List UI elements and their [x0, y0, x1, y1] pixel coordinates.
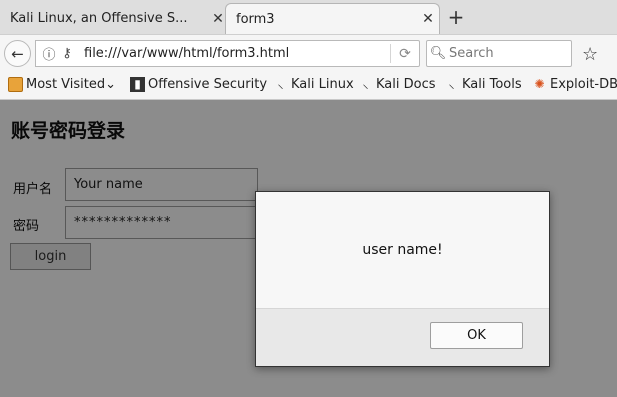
bookmark-kali-linux[interactable]: ⸜ Kali Linux: [273, 77, 354, 92]
tab-strip: Kali Linux, an Offensive S... ✕ form3 ✕ …: [0, 0, 617, 34]
kali-dragon-icon: ⸜: [277, 77, 284, 91]
info-icon[interactable]: ⓘ: [40, 44, 58, 63]
reload-icon[interactable]: ⟳: [391, 46, 419, 62]
bookmark-exploit-db[interactable]: ✺ Exploit-DB: [532, 77, 617, 92]
offensive-security-icon: ▮: [130, 77, 145, 92]
bookmark-star-icon[interactable]: ☆: [582, 44, 598, 65]
bookmark-label: Kali Linux: [291, 77, 354, 92]
kali-dragon-icon: ⸜: [448, 77, 455, 91]
alert-dialog: user name! OK: [255, 191, 550, 367]
search-icon: 🔍︎: [429, 46, 447, 61]
bookmark-label: Exploit-DB: [550, 77, 617, 92]
alert-footer: OK: [256, 308, 549, 366]
search-input[interactable]: [449, 46, 567, 61]
chevron-down-icon: ⌄: [105, 77, 117, 92]
back-arrow-icon: ←: [11, 44, 24, 63]
bookmark-label: Kali Docs: [376, 77, 436, 92]
url-bar[interactable]: ⓘ ⚷ file:///var/www/html/form3.html ⟳: [35, 40, 420, 67]
new-tab-icon[interactable]: +: [444, 5, 468, 29]
navigation-toolbar: ← ⓘ ⚷ file:///var/www/html/form3.html ⟳ …: [0, 34, 617, 72]
alert-message: user name!: [362, 242, 443, 258]
tab-title: Kali Linux, an Offensive S...: [10, 11, 188, 26]
ok-button[interactable]: OK: [430, 322, 523, 349]
bookmark-label: Offensive Security: [148, 77, 268, 92]
folder-icon: [8, 77, 23, 92]
bookmark-label: Most Visited: [26, 77, 106, 92]
exploit-db-icon: ✺: [534, 77, 545, 91]
tab-form3[interactable]: form3 ✕: [225, 3, 440, 34]
bookmark-kali-docs[interactable]: ⸜ Kali Docs: [358, 77, 436, 92]
url-text[interactable]: file:///var/www/html/form3.html: [76, 46, 390, 61]
bookmarks-toolbar: Most Visited ⌄ ▮ Offensive Security ⸜ Ka…: [0, 72, 617, 100]
tab-title: form3: [236, 11, 275, 27]
bookmark-offensive-security[interactable]: ▮ Offensive Security: [130, 77, 267, 92]
bookmark-most-visited[interactable]: Most Visited ⌄: [8, 77, 116, 92]
kali-dragon-icon: ⸜: [362, 77, 369, 91]
back-button[interactable]: ←: [4, 40, 31, 67]
key-icon: ⚷: [62, 46, 72, 61]
tab-kali-linux[interactable]: Kali Linux, an Offensive S... ✕: [0, 3, 229, 34]
bookmark-label: Kali Tools: [462, 77, 522, 92]
bookmark-kali-tools[interactable]: ⸜ Kali Tools: [444, 77, 522, 92]
search-bar[interactable]: 🔍︎: [426, 40, 572, 67]
tab-close-icon[interactable]: ✕: [417, 11, 439, 27]
